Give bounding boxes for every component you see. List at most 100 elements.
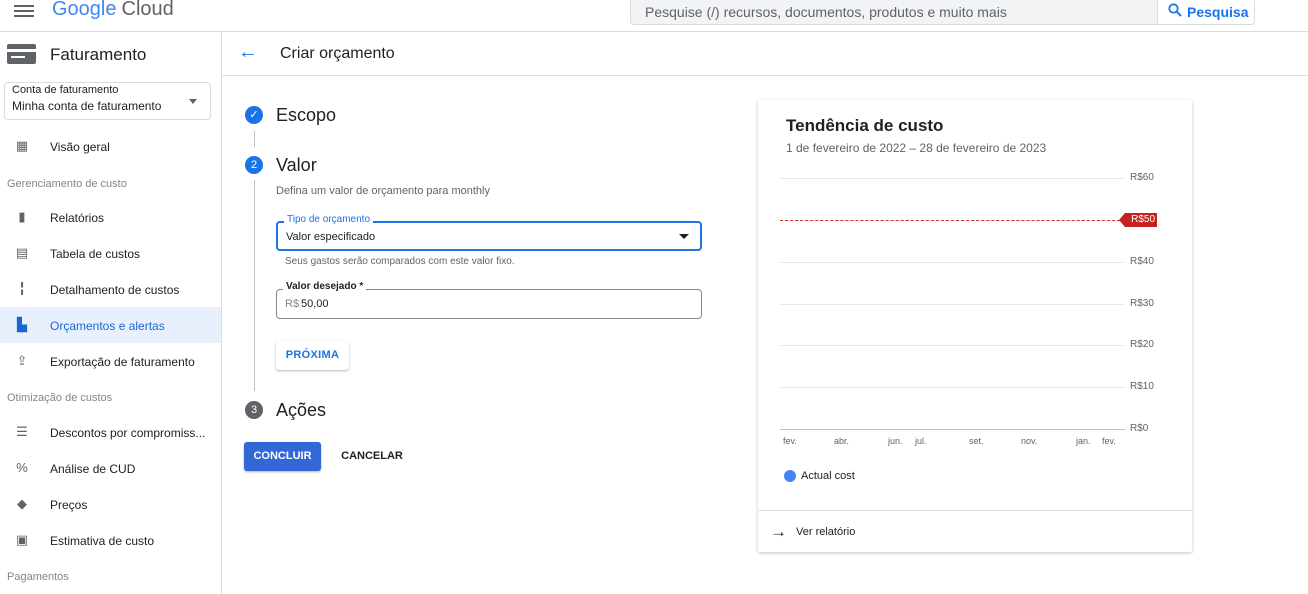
cancel-button[interactable]: CANCELAR [333,442,411,471]
step-connector [254,131,255,147]
sidebar-item-label: Exportação de faturamento [50,355,195,369]
legend-label: Actual cost [801,470,855,482]
page-header: ← Criar orçamento [222,32,1308,76]
step-number: 2 [245,156,263,174]
sidebar-item-label: Descontos por compromiss... [50,426,206,440]
sidebar-item-label: Relatórios [50,211,105,225]
search-button-label: Pesquisa [1187,4,1249,20]
percent-icon: % [16,460,28,475]
x-tick-label: fev. [783,436,797,446]
budget-threshold-label: R$50 [1119,213,1157,227]
x-tick-label: jul. [915,436,927,446]
budget-chart-icon: ▙ [17,317,27,332]
x-tick-label: abr. [834,436,850,446]
dropdown-arrow-icon [679,234,689,239]
card-subtitle: 1 de fevereiro de 2022 – 28 de fevereiro… [786,141,1047,155]
gridline [780,303,1125,305]
budget-type-select[interactable]: Tipo de orçamento Valor especificado [276,214,702,251]
section-cost-optimization: Otimização de custos [7,392,113,404]
sidebar-item-cud-analysis[interactable]: % Análise de CUD [0,450,221,486]
x-tick-label: fev. [1102,436,1116,446]
sidebar-item-pricing[interactable]: ◆ Preços [0,486,221,522]
y-tick-label: R$20 [1130,339,1154,351]
x-tick-label: jun. [888,436,903,446]
view-report-link[interactable]: → Ver relatório [758,510,1192,552]
sidebar-item-cost-breakdown[interactable]: ╏ Detalhamento de custos [0,271,221,307]
card-title: Tendência de custo [786,116,944,135]
credit-card-icon [7,44,36,64]
y-tick-label: R$10 [1130,381,1154,393]
menu-icon[interactable] [14,2,34,18]
target-amount-field[interactable]: Valor desejado * R$ 50,00 [276,281,702,319]
sidebar-item-overview[interactable]: ▦ Visão geral [0,128,221,164]
top-bar: Google Cloud Pesquise (/) recursos, docum… [0,0,1308,32]
target-amount-value: 50,00 [301,298,329,310]
page-title: Criar orçamento [280,45,395,62]
cost-trend-card: Tendência de custo 1 de fevereiro de 202… [758,100,1192,552]
next-button[interactable]: PRÓXIMA [276,341,349,370]
breakdown-icon: ╏ [18,281,26,296]
step-actions-title[interactable]: Ações [276,400,326,421]
step-value-description: Defina um valor de orçamento para monthl… [276,185,490,197]
step-value-title: Valor [276,155,317,175]
arrow-right-icon: → [770,522,787,541]
gridline [780,387,1125,389]
tag-icon: ◆ [17,496,27,511]
calculator-icon: ▣ [15,532,29,547]
step-number: 3 [245,401,263,419]
gridline [780,345,1125,347]
sidebar-item-label: Estimativa de custo [50,534,155,548]
view-report-label: Ver relatório [796,526,856,538]
google-cloud-logo[interactable]: Google Cloud [52,0,174,21]
budget-type-hint: Seus gastos serão comparados com este va… [285,256,515,267]
finish-button[interactable]: CONCLUIR [244,442,321,471]
gridline [780,261,1125,263]
sidebar: Faturamento Conta de faturamento Minha c… [0,32,222,594]
step-complete-icon: ✓ [245,106,263,124]
billing-account-value: Minha conta de faturamento [12,99,162,113]
list-icon: ☰ [16,424,28,439]
x-tick-label: jan. [1076,436,1091,446]
budget-type-label: Tipo de orçamento [284,214,374,225]
bar-chart-icon: ▮ [18,209,26,224]
y-tick-label: R$40 [1130,255,1154,267]
table-icon: ▤ [15,245,29,260]
sidebar-item-billing-export[interactable]: ⇪ Exportação de faturamento [0,343,221,379]
sidebar-item-label: Visão geral [50,140,110,154]
chevron-down-icon [189,99,197,104]
sidebar-item-commitment-discounts[interactable]: ☰ Descontos por compromiss... [0,414,221,450]
sidebar-item-budgets-alerts[interactable]: ▙ Orçamentos e alertas [0,307,221,343]
x-tick-label: nov. [1021,436,1038,446]
upload-icon: ⇪ [16,353,28,368]
search-placeholder: Pesquise (/) recursos, documentos, produ… [645,4,1007,20]
sidebar-item-label: Tabela de custos [50,247,141,261]
logo-google-text: Google [52,0,117,20]
sidebar-item-label: Preços [50,498,88,512]
target-amount-label: Valor desejado * [283,281,367,292]
currency-prefix: R$ [285,298,300,310]
dashboard-icon: ▦ [15,138,29,153]
section-payments: Pagamentos [7,571,69,583]
budget-type-value: Valor especificado [286,231,376,243]
x-tick-label: set. [969,436,984,446]
gridline [780,178,1125,179]
sidebar-title: Faturamento [50,45,147,64]
search-icon [1168,3,1182,17]
sidebar-header: Faturamento [0,32,222,76]
y-tick-label: R$30 [1130,297,1154,309]
sidebar-item-reports[interactable]: ▮ Relatórios [0,199,221,235]
search-button[interactable]: Pesquisa [1157,0,1255,25]
y-tick-label: R$0 [1130,423,1149,434]
back-arrow-icon[interactable]: ← [238,41,258,64]
y-tick-label: R$60 [1130,172,1154,183]
sidebar-item-cost-table[interactable]: ▤ Tabela de custos [0,235,221,271]
step-scope-title[interactable]: Escopo [276,105,336,126]
legend-swatch [784,470,796,482]
logo-cloud-text: Cloud [121,0,174,20]
sidebar-item-cost-estimate[interactable]: ▣ Estimativa de custo [0,522,221,558]
billing-account-select[interactable]: Conta de faturamento Minha conta de fatu… [4,82,211,120]
sidebar-item-label: Orçamentos e alertas [50,319,165,333]
billing-account-label: Conta de faturamento [12,84,119,96]
search-input[interactable]: Pesquise (/) recursos, documentos, produ… [630,0,1158,25]
budget-threshold-line [780,220,1125,221]
